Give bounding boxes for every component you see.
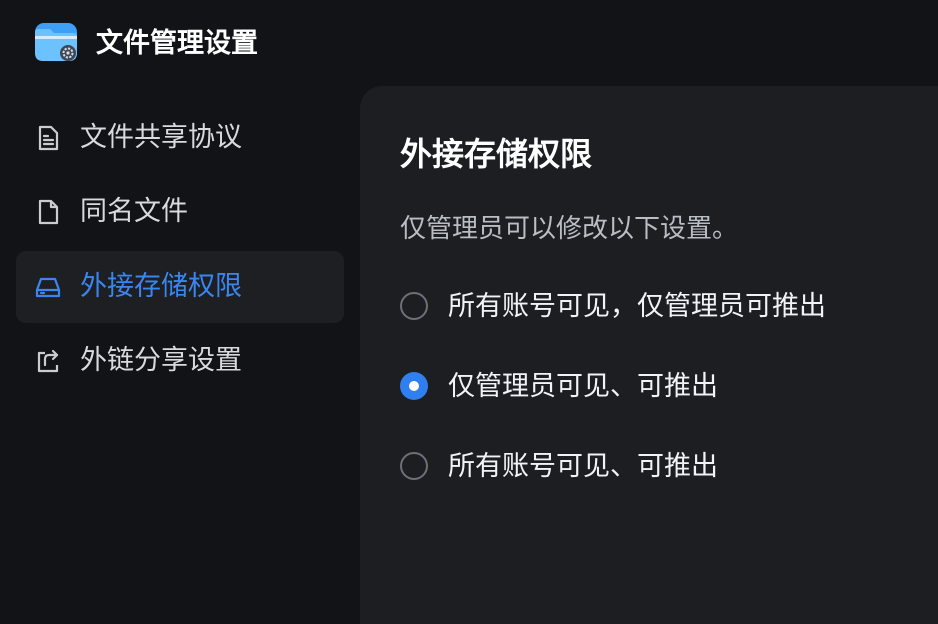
content-panel: 外接存储权限 仅管理员可以修改以下设置。 所有账号可见，仅管理员可推出 仅管理员… [360, 86, 938, 624]
option-all-visible-all-eject[interactable]: 所有账号可见、可推出 [400, 446, 938, 490]
sidebar-item-external-storage[interactable]: 外接存储权限 [16, 251, 344, 323]
external-drive-icon [35, 277, 61, 298]
sidebar-item-label: 外接存储权限 [80, 271, 242, 302]
sidebar-item-label: 外链分享设置 [80, 345, 242, 376]
document-icon [38, 199, 59, 225]
app-title: 文件管理设置 [96, 28, 258, 59]
option-label: 所有账号可见、可推出 [448, 451, 718, 482]
sidebar-item-label: 文件共享协议 [80, 122, 242, 153]
sidebar-item-external-link-sharing[interactable]: 外链分享设置 [16, 325, 344, 397]
description-text: 仅管理员可以修改以下设置。 [400, 214, 739, 244]
radio-button-selected[interactable] [400, 372, 428, 400]
radio-button[interactable] [400, 452, 428, 480]
title-bar: 文件管理设置 [0, 0, 938, 86]
option-label: 仅管理员可见、可推出 [448, 371, 718, 402]
sidebar-item-same-name-file[interactable]: 同名文件 [16, 176, 344, 248]
page-title: 外接存储权限 [400, 135, 593, 173]
option-admin-only[interactable]: 仅管理员可见、可推出 [400, 366, 938, 410]
sidebar-item-file-sharing-protocol[interactable]: 文件共享协议 [16, 102, 344, 174]
settings-window: 文件管理设置 文件共享协议 同名文件 外接存储权限 外链分享设置 外接存储权限 … [0, 0, 938, 624]
share-icon [37, 349, 59, 373]
radio-button[interactable] [400, 292, 428, 320]
sidebar-item-label: 同名文件 [80, 196, 188, 227]
document-lines-icon [38, 125, 59, 151]
option-all-visible-admin-eject[interactable]: 所有账号可见，仅管理员可推出 [400, 286, 938, 330]
folder-settings-icon [35, 23, 77, 61]
option-label: 所有账号可见，仅管理员可推出 [448, 291, 826, 322]
